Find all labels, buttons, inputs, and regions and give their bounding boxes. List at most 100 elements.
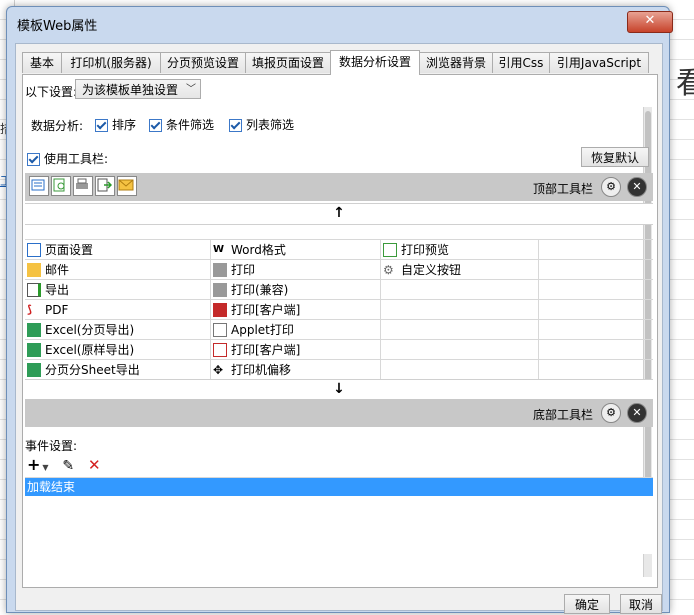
item-label: 打印机偏移 [231,363,292,377]
tab-fill-page-settings[interactable]: 填报页面设置 [245,52,331,73]
use-toolbar-label: 使用工具栏: [44,152,109,166]
toolbar-settings-gear-icon[interactable]: ⚙ [601,177,621,197]
template-web-properties-dialog: 模板Web属性 ✕ 基本 打印机(服务器) 分页预览设置 填报页面设置 数据分析… [6,6,673,614]
tab-reference-css[interactable]: 引用Css [492,52,550,73]
event-list: 加载结束 [25,477,653,554]
toolbar-remove-icon[interactable]: ✕ [627,177,647,197]
list-item-excel-original[interactable]: Excel(原样导出) [25,340,211,360]
print-icon [213,283,227,297]
list-item-word[interactable]: W Word格式 [211,240,381,260]
column-filter-label: 列表筛选 [246,118,295,132]
page-setup-icon[interactable] [29,176,49,196]
checkbox-checked-icon [27,153,40,166]
dialog-client-area: 基本 打印机(服务器) 分页预览设置 填报页面设置 数据分析设置 浏览器背景 引… [15,43,663,614]
data-analysis-label: 数据分析: [31,119,84,133]
empty-cell [381,320,539,340]
item-label: 邮件 [45,263,70,277]
event-item-load-end[interactable]: 加载结束 [25,478,653,496]
list-item-print[interactable]: 打印 [211,260,381,280]
list-item-excel-sheet[interactable]: 分页分Sheet导出 [25,360,211,380]
print-icon [213,263,227,277]
excel-icon [27,363,41,377]
empty-cell [381,360,539,380]
flash-print-icon [213,303,227,317]
gear-icon: ⚙ [383,263,394,277]
delete-icon[interactable]: ✕ [88,456,101,474]
empty-cell [539,320,653,340]
excel-icon [27,323,41,337]
toolbar-remove-icon[interactable]: ✕ [627,403,647,423]
list-item-export[interactable]: 导出 [25,280,211,300]
ok-button[interactable]: 确定 [564,594,610,614]
mail-icon [27,263,41,277]
checkbox-checked-icon [229,119,242,132]
scope-select[interactable]: 为该模板单独设置 ﹀ [75,79,201,99]
list-item-pdf[interactable]: ⟆ PDF [25,300,211,320]
bottom-toolbar-area[interactable]: 底部工具栏 ⚙ ✕ [25,399,653,427]
export-icon [27,283,41,297]
item-label: 打印(兼容) [231,283,289,297]
title-bar[interactable]: 模板Web属性 ✕ [7,7,673,37]
move-down-arrow-icon[interactable]: ↓ [25,379,653,401]
item-label: Applet打印 [231,323,294,337]
list-item-excel-paged[interactable]: Excel(分页导出) [25,320,211,340]
tab-page-preview-settings[interactable]: 分页预览设置 [160,52,246,73]
item-label: 导出 [45,283,70,297]
item-label: 分页分Sheet导出 [45,363,140,377]
dropdown-arrow-icon[interactable]: ▼ [42,463,48,472]
tab-data-analysis-settings[interactable]: 数据分析设置 [330,50,420,75]
move-up-arrow-icon[interactable]: ↑ [25,203,653,225]
edit-pencil-icon[interactable]: ✎ [62,458,74,474]
item-label: 打印 [231,263,256,277]
scope-select-value: 为该模板单独设置 [82,83,179,97]
event-toolbar: + ▼ ✎ ✕ [27,455,101,474]
list-item-print-client-pdf[interactable]: 打印[客户端] [211,340,381,360]
item-label: 打印[客户端] [231,303,301,317]
top-toolbar-label: 顶部工具栏 [533,182,594,196]
list-item-applet-print[interactable]: Applet打印 [211,320,381,340]
empty-cell [381,340,539,360]
empty-cell [539,340,653,360]
checkbox-checked-icon [149,119,162,132]
item-label: Word格式 [231,243,286,257]
bottom-toolbar-label: 底部工具栏 [533,408,594,422]
print-preview-icon [383,243,397,257]
toolbar-settings-gear-icon[interactable]: ⚙ [601,403,621,423]
item-label: PDF [45,303,69,317]
cancel-button[interactable]: 取消 [620,594,662,614]
tab-browser-background[interactable]: 浏览器背景 [419,52,493,73]
list-item-custom-button[interactable]: ⚙ 自定义按钮 [381,260,539,280]
mail-icon[interactable] [117,176,137,196]
empty-cell [381,300,539,320]
empty-cell [539,300,653,320]
empty-cell [539,240,653,260]
list-item-printer-offset[interactable]: ✥ 打印机偏移 [211,360,381,380]
sort-checkbox[interactable]: 排序 [95,116,136,133]
add-event-icon[interactable]: + [27,455,40,474]
list-item-mail[interactable]: 邮件 [25,260,211,280]
tab-reference-javascript[interactable]: 引用JavaScript [549,52,649,73]
empty-cell [539,360,653,380]
item-label: Excel(原样导出) [45,343,135,357]
top-toolbar-area[interactable]: 顶部工具栏 ⚙ ✕ [25,173,653,201]
list-item-print-preview[interactable]: 打印预览 [381,240,539,260]
close-button[interactable]: ✕ [627,11,673,33]
events-title: 事件设置: [25,439,78,453]
restore-default-button[interactable]: 恢复默认 [581,147,649,167]
print-icon[interactable] [73,176,93,196]
list-item-print-compatible[interactable]: 打印(兼容) [211,280,381,300]
item-label: 页面设置 [45,243,94,257]
empty-cell [539,280,653,300]
item-label: 打印[客户端] [231,343,301,357]
tab-printer-server[interactable]: 打印机(服务器) [61,52,161,73]
list-item-print-client-flash[interactable]: 打印[客户端] [211,300,381,320]
use-toolbar-checkbox[interactable]: 使用工具栏: [27,150,108,167]
list-item-page-setup[interactable]: 页面设置 [25,240,211,260]
sort-checkbox-label: 排序 [112,118,137,132]
available-buttons-grid: 页面设置 邮件 导出 ⟆ PDF Excel(分页导出) Excel(原样导出) … [25,239,653,380]
export-icon[interactable] [95,176,115,196]
tab-basic[interactable]: 基本 [22,52,62,73]
column-filter-checkbox[interactable]: 列表筛选 [229,116,294,133]
print-preview-icon[interactable] [51,176,71,196]
condition-filter-checkbox[interactable]: 条件筛选 [149,116,214,133]
